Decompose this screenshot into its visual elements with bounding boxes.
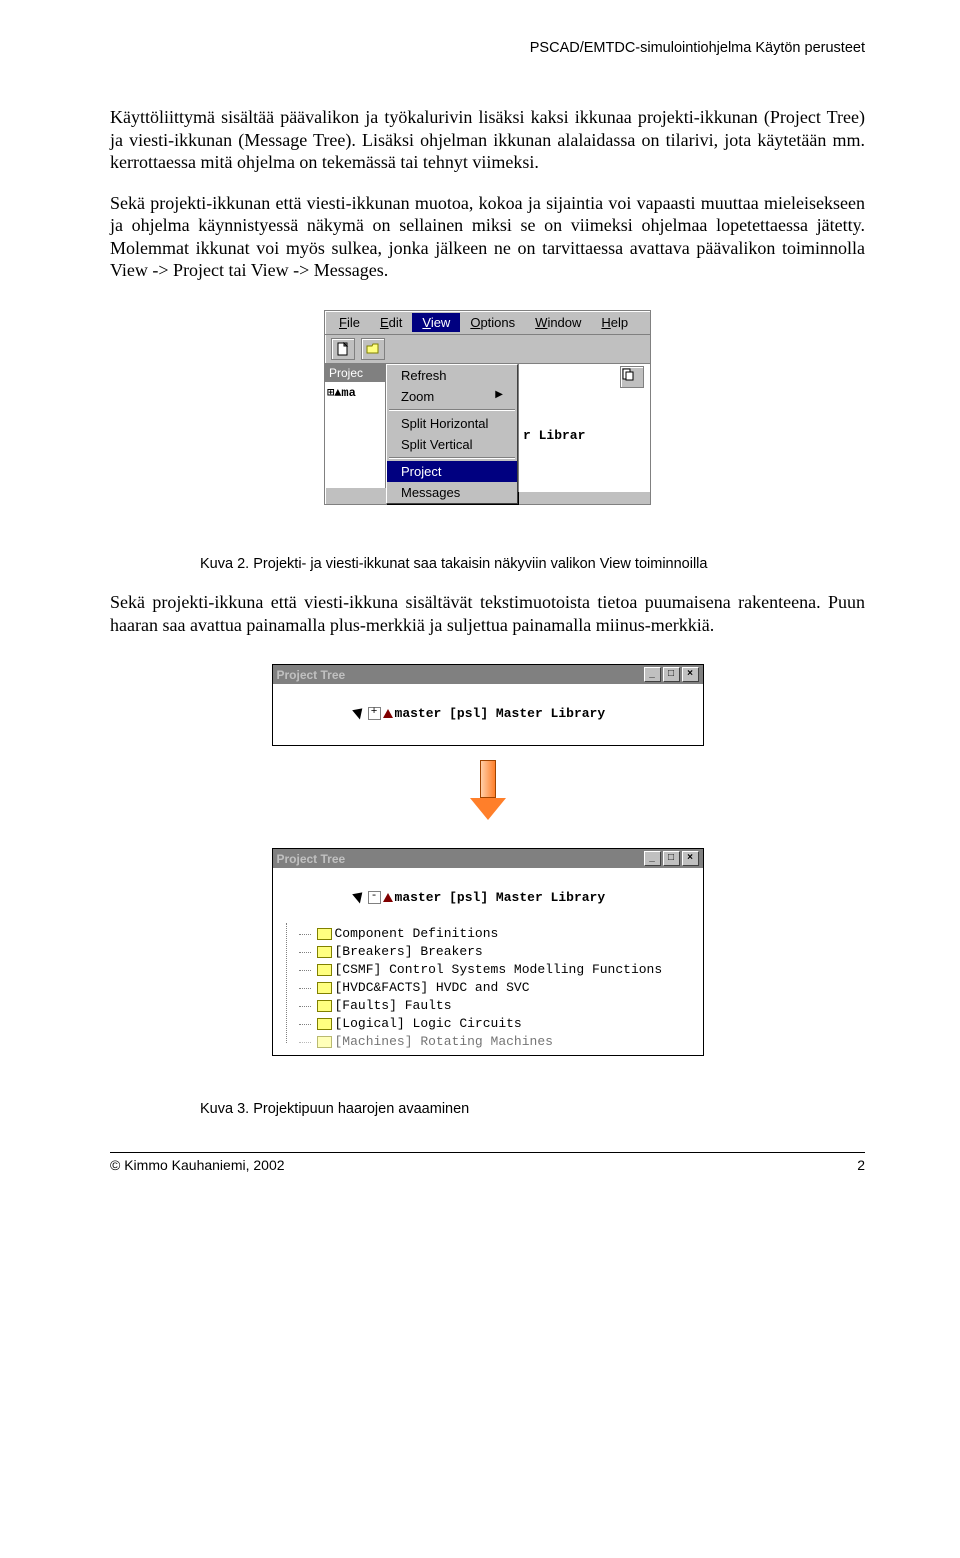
paragraph-3: Sekä projekti-ikkuna että viesti-ikkuna … bbox=[110, 591, 865, 636]
tree-item-cut[interactable]: [Machines] Rotating Machines bbox=[299, 1033, 699, 1051]
menu-file[interactable]: File bbox=[329, 313, 370, 332]
toolbar bbox=[325, 335, 650, 364]
tree-item[interactable]: [HVDC&FACTS] HVDC and SVC bbox=[299, 979, 699, 997]
menu-split-horizontal[interactable]: Split Horizontal bbox=[387, 413, 517, 434]
expand-icon[interactable]: + bbox=[368, 707, 381, 720]
close-icon[interactable]: × bbox=[682, 851, 699, 866]
view-dropdown: Refresh Zoom▶ Split Horizontal Split Ver… bbox=[386, 364, 518, 504]
tree-root-expanded[interactable]: -master [psl] Master Library bbox=[277, 871, 699, 925]
library-text-fragment: r Librar bbox=[523, 428, 585, 443]
window-titlebar: Project Tree _ □ × bbox=[273, 849, 703, 868]
project-panel-node: ⊞▲ma bbox=[325, 382, 385, 488]
caption-3: Kuva 3. Projektipuun haarojen avaaminen bbox=[200, 1101, 865, 1117]
menu-split-vertical[interactable]: Split Vertical bbox=[387, 434, 517, 455]
figure-tree-expanded: Project Tree _ □ × -master [psl] Master … bbox=[110, 848, 865, 1056]
window-titlebar: Project Tree _ □ × bbox=[273, 665, 703, 684]
window-title: Project Tree bbox=[277, 852, 346, 866]
project-icon bbox=[383, 893, 393, 902]
tree-item[interactable]: [Logical] Logic Circuits bbox=[299, 1015, 699, 1033]
folder-icon bbox=[317, 964, 332, 976]
cursor-icon bbox=[355, 890, 367, 906]
minimize-icon[interactable]: _ bbox=[644, 667, 661, 682]
tree-item[interactable]: [Faults] Faults bbox=[299, 997, 699, 1015]
minimize-icon[interactable]: _ bbox=[644, 851, 661, 866]
down-arrow-icon bbox=[470, 760, 506, 820]
tree-item[interactable]: [Breakers] Breakers bbox=[299, 943, 699, 961]
maximize-icon[interactable]: □ bbox=[663, 667, 680, 682]
project-panel-strip: Projec ⊞▲ma bbox=[325, 364, 386, 488]
page-footer: © Kimmo Kauhaniemi, 2002 2 bbox=[110, 1152, 865, 1173]
caption-2: Kuva 2. Projekti- ja viesti-ikkunat saa … bbox=[200, 555, 760, 574]
collapse-icon[interactable]: - bbox=[368, 891, 381, 904]
folder-icon bbox=[317, 982, 332, 994]
menu-view[interactable]: View bbox=[412, 313, 460, 332]
page-header: PSCAD/EMTDC-simulointiohjelma Käytön per… bbox=[110, 40, 865, 56]
footer-copyright: © Kimmo Kauhaniemi, 2002 bbox=[110, 1157, 285, 1173]
footer-page-number: 2 bbox=[857, 1157, 865, 1173]
menu-window[interactable]: Window bbox=[525, 313, 591, 332]
new-icon[interactable] bbox=[331, 338, 355, 360]
folder-icon bbox=[317, 1036, 332, 1048]
menu-separator bbox=[389, 409, 515, 411]
submenu-arrow-icon: ▶ bbox=[495, 389, 503, 400]
menu-edit[interactable]: Edit bbox=[370, 313, 412, 332]
menubar: File Edit View Options Window Help bbox=[325, 311, 650, 335]
figure-view-menu: File Edit View Options Window Help Proje… bbox=[110, 310, 865, 505]
menu-project[interactable]: Project bbox=[387, 461, 517, 482]
paragraph-1: Käyttöliittymä sisältää päävalikon ja ty… bbox=[110, 106, 865, 174]
folder-icon bbox=[317, 928, 332, 940]
menu-zoom[interactable]: Zoom▶ bbox=[387, 386, 517, 407]
menu-refresh[interactable]: Refresh bbox=[387, 365, 517, 386]
folder-icon bbox=[317, 946, 332, 958]
figure-tree-collapsed: Project Tree _ □ × +master [psl] Master … bbox=[110, 664, 865, 746]
folder-icon bbox=[317, 1018, 332, 1030]
project-icon bbox=[383, 709, 393, 718]
tree-children: Component Definitions [Breakers] Breaker… bbox=[277, 925, 699, 1051]
paragraph-2: Sekä projekti-ikkunan että viesti-ikkuna… bbox=[110, 192, 865, 282]
cursor-icon bbox=[355, 706, 367, 722]
open-icon[interactable] bbox=[361, 338, 385, 360]
window-title: Project Tree bbox=[277, 668, 346, 682]
folder-icon bbox=[317, 1000, 332, 1012]
menu-options[interactable]: Options bbox=[460, 313, 525, 332]
close-icon[interactable]: × bbox=[682, 667, 699, 682]
menu-help[interactable]: Help bbox=[591, 313, 638, 332]
tree-item[interactable]: Component Definitions bbox=[299, 925, 699, 943]
menu-messages[interactable]: Messages bbox=[387, 482, 517, 503]
tree-root-collapsed[interactable]: +master [psl] Master Library bbox=[277, 687, 699, 741]
maximize-icon[interactable]: □ bbox=[663, 851, 680, 866]
paste-icon[interactable] bbox=[620, 366, 644, 388]
project-panel-title: Projec bbox=[325, 364, 385, 382]
tree-item[interactable]: [CSMF] Control Systems Modelling Functio… bbox=[299, 961, 699, 979]
menu-separator bbox=[389, 457, 515, 459]
editor-pane: r Librar bbox=[518, 364, 650, 492]
